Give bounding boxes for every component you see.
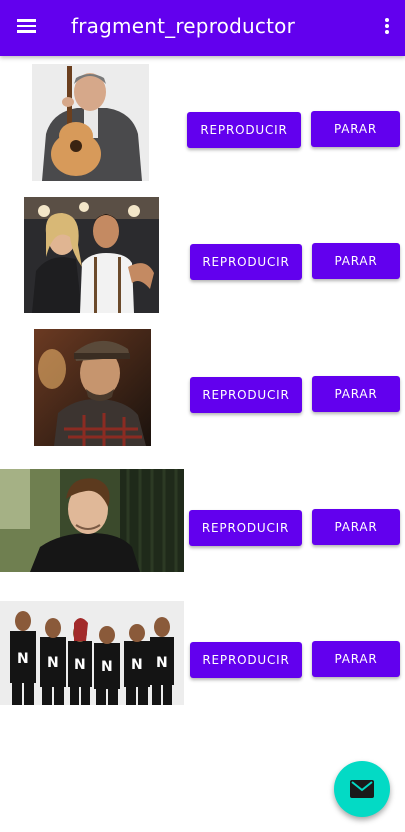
- app-bar: fragment_reproductor: [0, 0, 405, 56]
- artist-photo: N N N N N N: [0, 601, 184, 705]
- artist-photo: [34, 329, 151, 446]
- svg-text:N: N: [47, 655, 59, 671]
- list-item: REPRODUCIR PARAR: [0, 327, 405, 449]
- svg-text:N: N: [74, 657, 86, 673]
- play-button[interactable]: REPRODUCIR: [187, 112, 301, 148]
- stop-button[interactable]: PARAR: [312, 509, 400, 545]
- list-item: REPRODUCIR PARAR: [0, 467, 405, 573]
- send-email-button[interactable]: [334, 761, 390, 817]
- page-title: fragment_reproductor: [71, 14, 295, 38]
- list-item: REPRODUCIR PARAR: [0, 62, 405, 184]
- play-button[interactable]: REPRODUCIR: [189, 510, 302, 546]
- list-item: N N N N N N REPRODUCIR PARAR: [0, 599, 405, 709]
- stop-button[interactable]: PARAR: [312, 376, 400, 412]
- play-button[interactable]: REPRODUCIR: [190, 244, 302, 280]
- email-icon: [350, 780, 374, 798]
- artist-photo: [0, 469, 184, 572]
- stop-button[interactable]: PARAR: [311, 111, 400, 147]
- svg-text:N: N: [131, 657, 143, 673]
- svg-text:N: N: [156, 655, 168, 671]
- list-item: REPRODUCIR PARAR: [0, 195, 405, 315]
- play-button[interactable]: REPRODUCIR: [190, 642, 302, 678]
- stop-button[interactable]: PARAR: [312, 243, 400, 279]
- svg-text:N: N: [17, 651, 29, 667]
- stop-button[interactable]: PARAR: [312, 641, 400, 677]
- artist-photo: [32, 64, 149, 181]
- play-button[interactable]: REPRODUCIR: [190, 377, 302, 413]
- artist-photo: [24, 197, 159, 313]
- more-vert-icon[interactable]: [381, 16, 393, 40]
- hamburger-menu-icon[interactable]: [14, 16, 40, 40]
- svg-text:N: N: [101, 659, 113, 675]
